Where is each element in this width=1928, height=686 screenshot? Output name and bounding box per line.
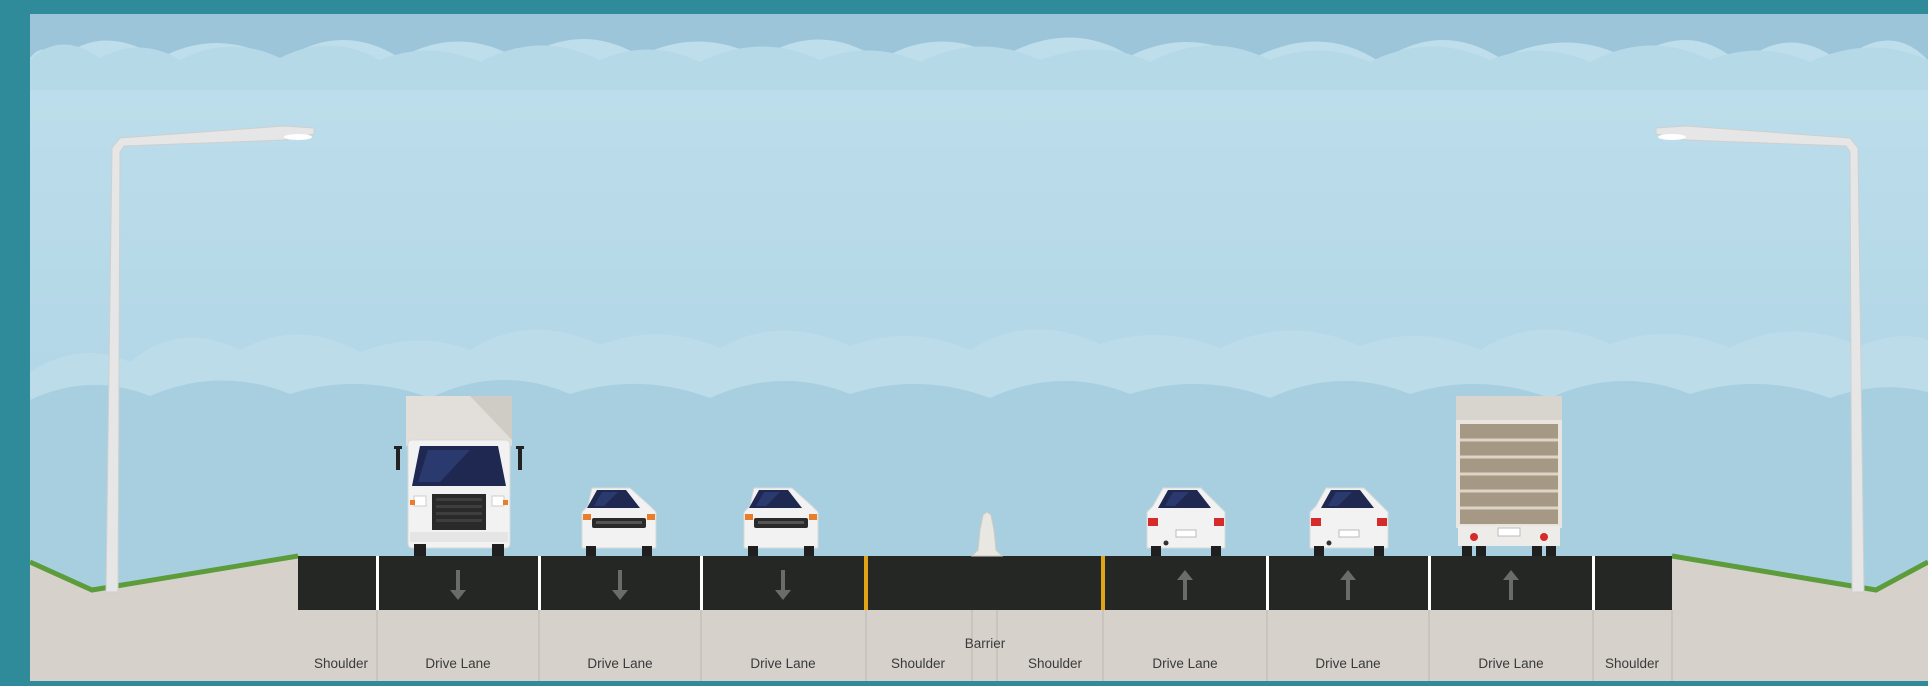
upper-clouds-front [30,44,1928,90]
label-lane-2: Drive Lane [587,656,652,671]
cross-section-diagram: Shoulder Drive Lane Drive Lane Drive Lan… [0,0,1928,681]
box-truck-rear [1456,396,1562,556]
label-lane-5: Drive Lane [1315,656,1380,671]
road-surface [298,556,1672,610]
label-lane-6: Drive Lane [1478,656,1543,671]
label-barrier: Barrier [965,636,1006,651]
label-median-shoulder-right: Shoulder [1028,656,1083,671]
box-truck-front [394,396,524,556]
label-median-shoulder-left: Shoulder [891,656,946,671]
label-right-shoulder: Shoulder [1605,656,1660,671]
label-lane-4: Drive Lane [1152,656,1217,671]
label-lane-3: Drive Lane [750,656,815,671]
road-cross-section: Shoulder Drive Lane Drive Lane Drive Lan… [0,0,1928,681]
label-left-shoulder: Shoulder [314,656,369,671]
label-lane-1: Drive Lane [425,656,490,671]
